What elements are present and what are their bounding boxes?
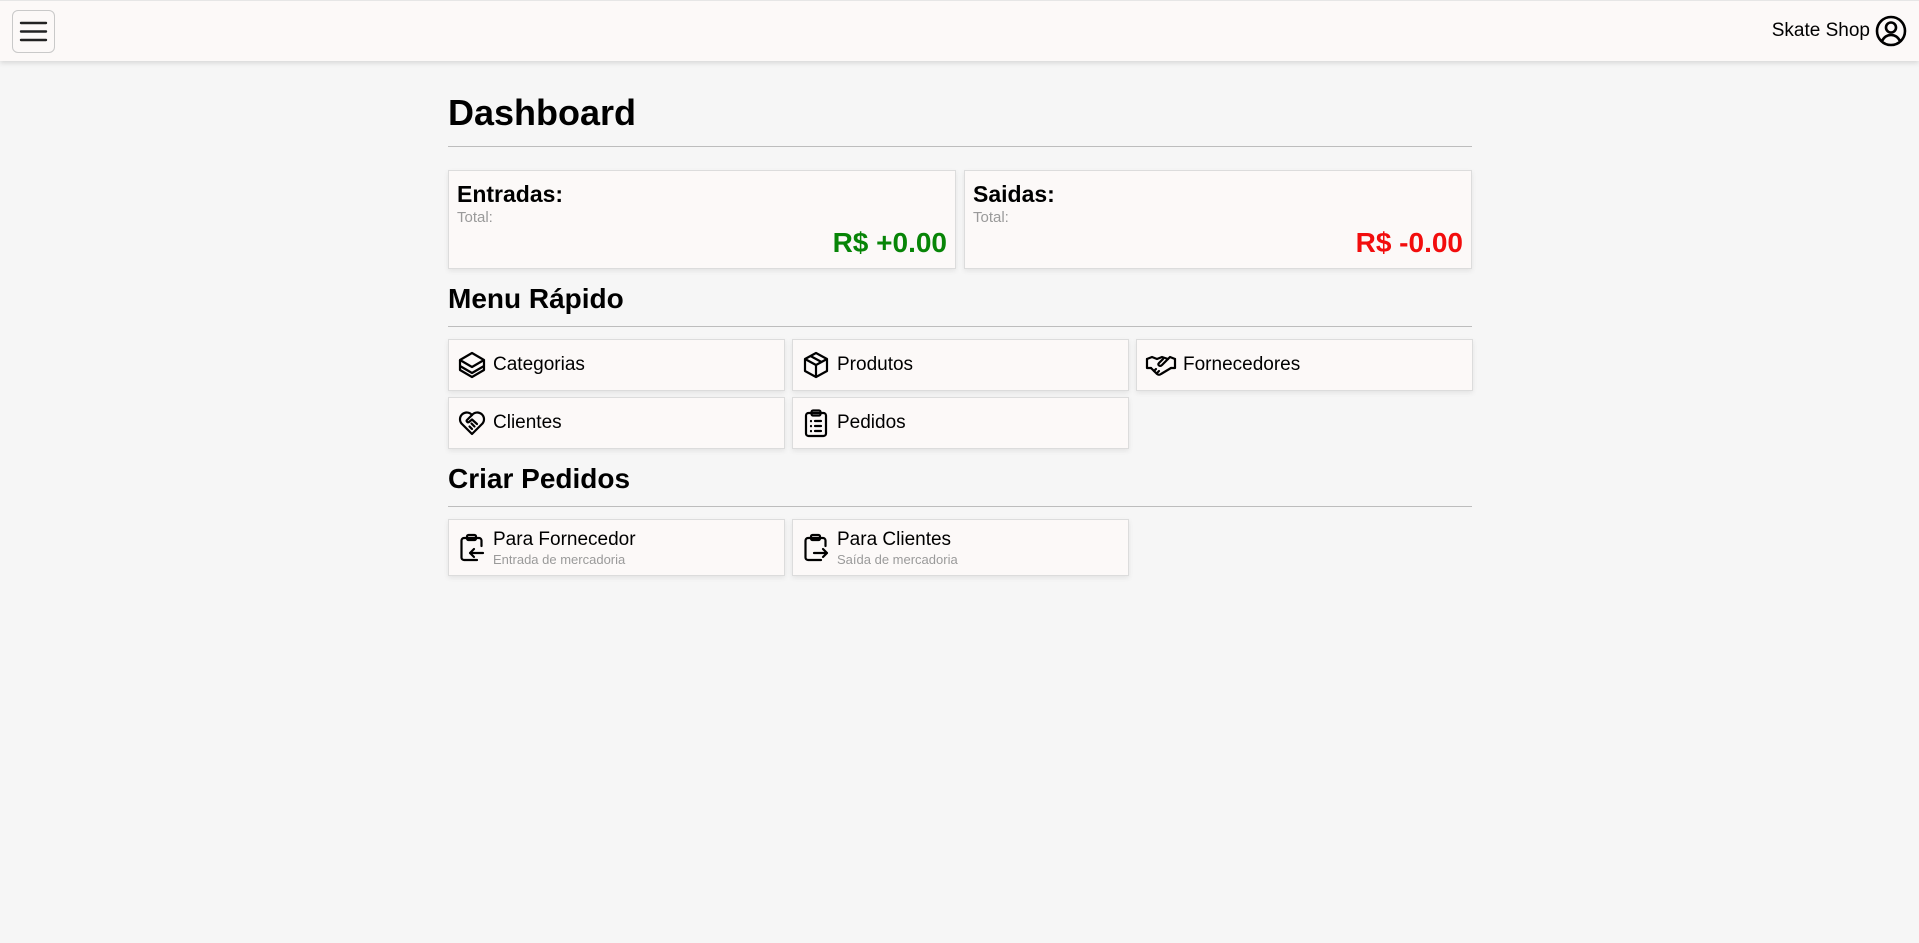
saidas-value: R$ -0.00 — [1355, 227, 1463, 258]
quick-menu-label: Pedidos — [837, 412, 906, 433]
quick-menu-label: Fornecedores — [1183, 354, 1301, 375]
clipboard-arrow-out-icon — [801, 532, 831, 564]
quick-menu-produtos[interactable]: Produtos — [792, 339, 1129, 391]
quick-menu-clientes[interactable]: Clientes — [448, 397, 785, 449]
order-label: Para Clientes — [837, 528, 952, 550]
quick-menu-fornecedores[interactable]: Fornecedores — [1136, 339, 1473, 391]
order-sub: Entrada de mercadoria — [493, 551, 626, 567]
user-circle-icon — [1875, 15, 1907, 47]
order-sub: Saída de mercadoria — [837, 551, 958, 567]
heart-handshake-icon — [457, 408, 487, 438]
box-icon — [801, 350, 831, 380]
title-divider — [448, 146, 1472, 147]
hamburger-icon — [19, 21, 48, 42]
page-title: Dashboard — [448, 92, 637, 133]
order-label: Para Fornecedor — [493, 528, 636, 550]
hamburger-menu-button[interactable] — [12, 9, 55, 53]
order-para-clientes[interactable]: Para Clientes Saída de mercadoria — [792, 519, 1129, 576]
quick-menu-label: Categorias — [493, 354, 585, 375]
layers-icon — [457, 350, 487, 380]
saidas-title: Saidas: — [973, 181, 1055, 207]
main-content: Dashboard Entradas: Total: R$ +0.00 Said… — [448, 88, 1473, 576]
create-orders-title: Criar Pedidos — [448, 463, 631, 494]
entradas-card: Entradas: Total: R$ +0.00 — [448, 170, 956, 269]
order-text: Para Clientes Saída de mercadoria — [837, 529, 958, 567]
clipboard-list-icon — [801, 408, 831, 438]
quick-menu-categorias[interactable]: Categorias — [448, 339, 785, 391]
quick-menu-label: Clientes — [493, 412, 562, 433]
top-bar: Skate Shop — [0, 0, 1919, 61]
stats-row: Entradas: Total: R$ +0.00 Saidas: Total:… — [448, 170, 1472, 269]
user-menu[interactable]: Skate Shop — [1772, 15, 1907, 47]
order-para-fornecedor[interactable]: Para Fornecedor Entrada de mercadoria — [448, 519, 785, 576]
handshake-icon — [1145, 350, 1177, 380]
quick-menu-grid: Categorias Produtos Fornecedores Cliente… — [448, 339, 1473, 449]
quick-menu-divider — [448, 326, 1472, 327]
user-name: Skate Shop — [1771, 20, 1870, 41]
entradas-title: Entradas: — [457, 181, 564, 207]
quick-menu-pedidos[interactable]: Pedidos — [792, 397, 1129, 449]
create-orders-grid: Para Fornecedor Entrada de mercadoria Pa… — [448, 519, 1472, 576]
entradas-total-label: Total: — [457, 209, 493, 226]
saidas-card: Saidas: Total: R$ -0.00 — [964, 170, 1472, 269]
saidas-total-label: Total: — [973, 209, 1009, 226]
entradas-value: R$ +0.00 — [832, 227, 947, 258]
quick-menu-title: Menu Rápido — [448, 283, 624, 314]
quick-menu-label: Produtos — [837, 354, 914, 375]
clipboard-arrow-in-icon — [457, 532, 487, 564]
create-orders-divider — [448, 506, 1472, 507]
order-text: Para Fornecedor Entrada de mercadoria — [493, 529, 636, 567]
